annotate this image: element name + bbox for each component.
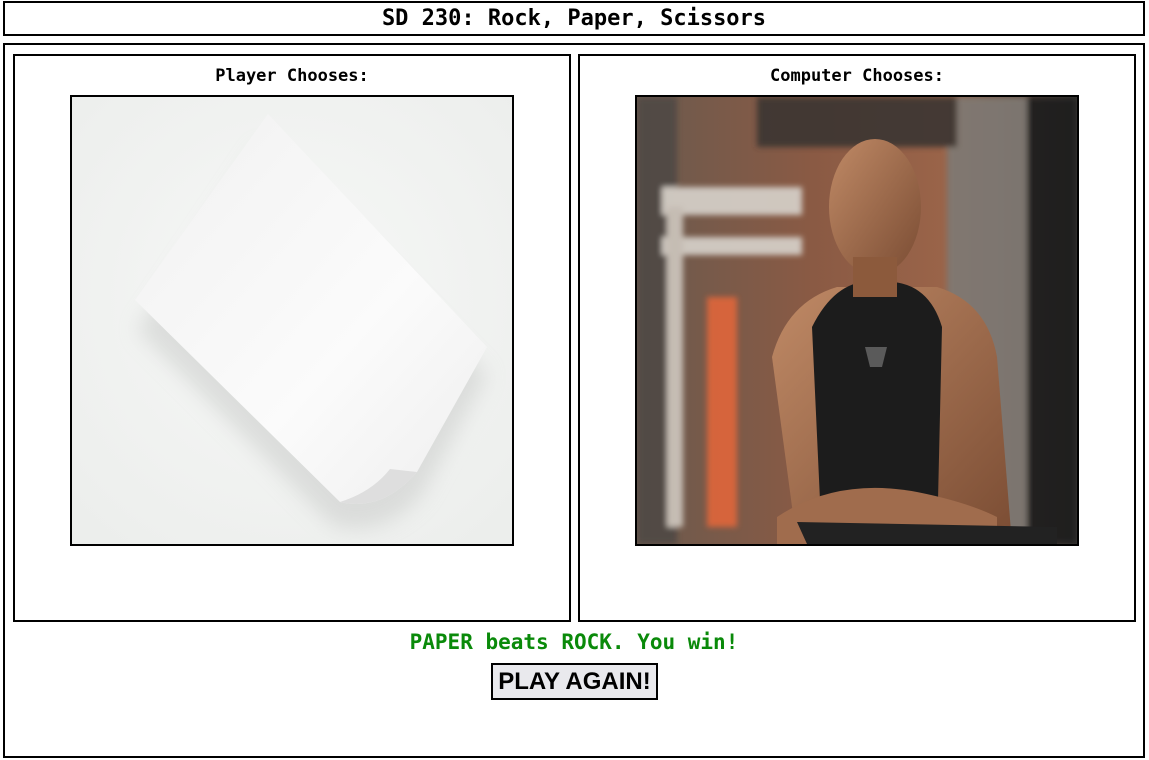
page-title: SD 230: Rock, Paper, Scissors	[3, 1, 1145, 36]
paper-sheet-image	[72, 97, 512, 544]
play-again-button[interactable]: PLAY AGAIN!	[491, 663, 658, 700]
player-choice-image	[70, 95, 514, 546]
computer-panel: Computer Chooses:	[578, 54, 1136, 622]
rock-photo-image	[637, 97, 1077, 544]
computer-choice-image	[635, 95, 1079, 546]
result-message: PAPER beats ROCK. You win!	[409, 630, 739, 654]
computer-label: Computer Chooses:	[770, 66, 944, 86]
game-frame: Player Chooses: Computer Chooses: PAPER …	[3, 43, 1145, 758]
page-title-text: SD 230: Rock, Paper, Scissors	[381, 6, 767, 31]
player-panel: Player Chooses:	[13, 54, 571, 622]
player-label: Player Chooses:	[215, 66, 369, 86]
